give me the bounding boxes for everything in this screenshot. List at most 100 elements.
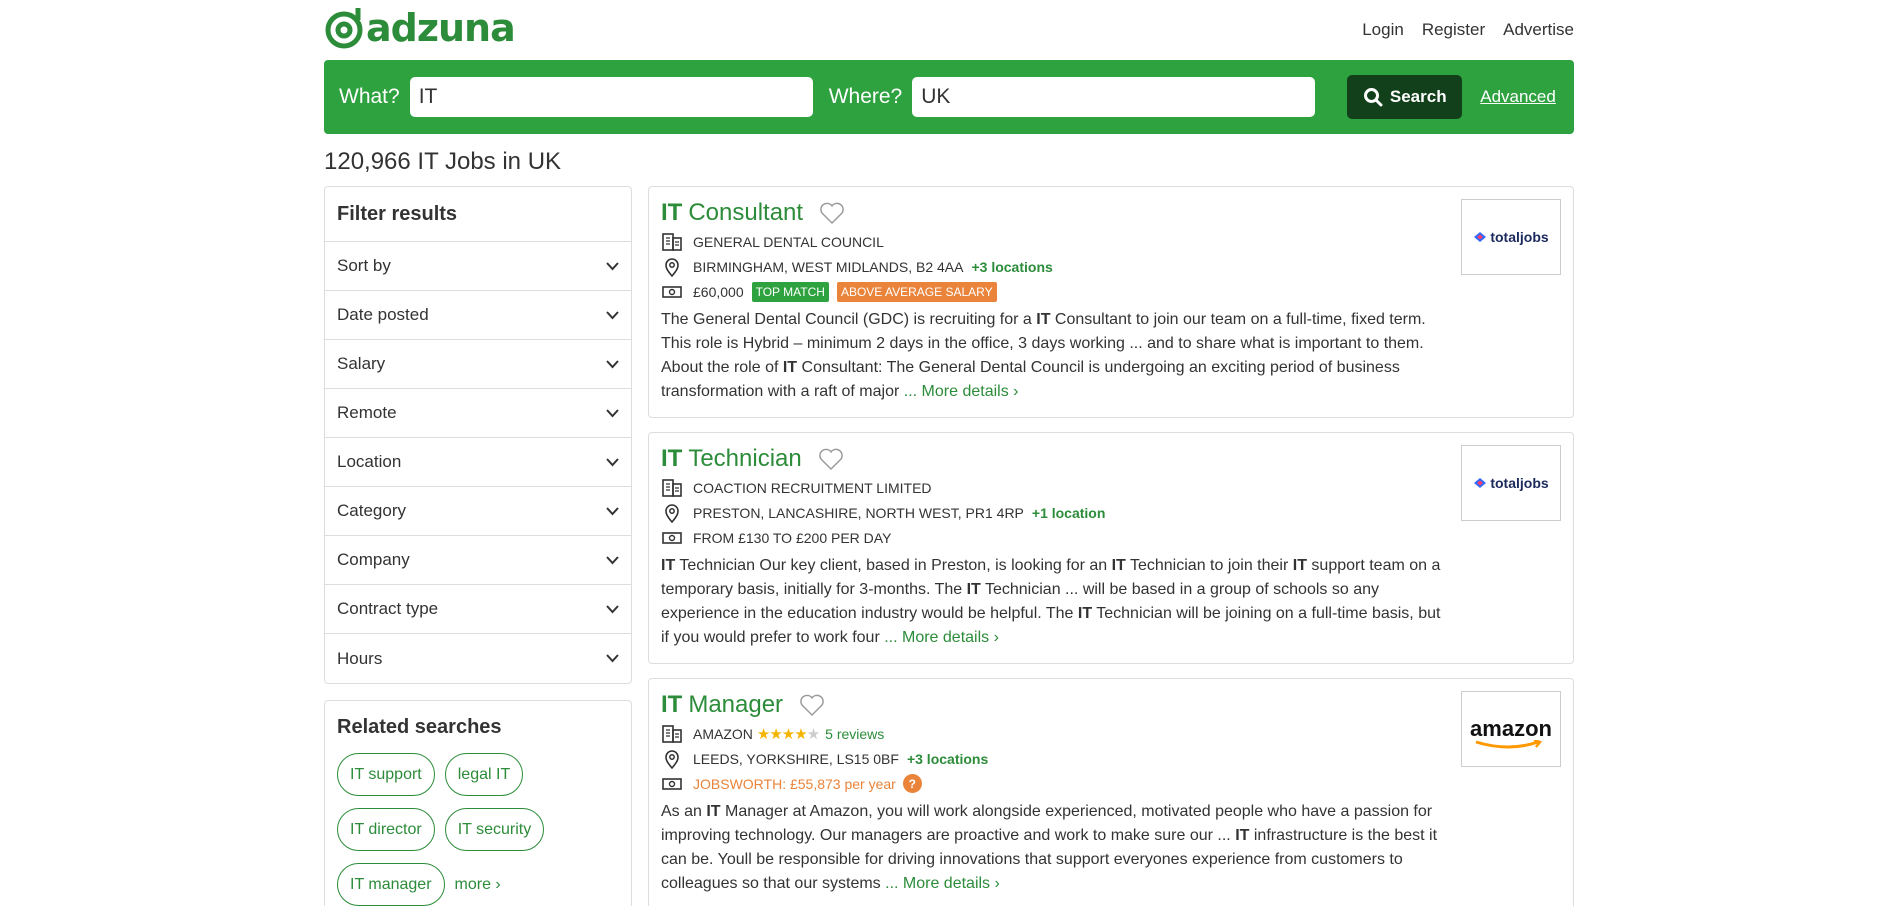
job-title-link[interactable]: IT Technician bbox=[661, 443, 1561, 475]
salary-icon bbox=[662, 531, 682, 544]
related-chip[interactable]: IT manager bbox=[337, 863, 445, 906]
job-description: The General Dental Council (GDC) is recr… bbox=[661, 308, 1451, 404]
job-title-keyword: IT bbox=[661, 445, 683, 472]
salary-icon bbox=[662, 777, 682, 790]
chevron-down-icon bbox=[606, 604, 619, 613]
filter-contract-type[interactable]: Contract type bbox=[325, 585, 631, 634]
job-location: PRESTON, LANCASHIRE, NORTH WEST, PR1 4RP bbox=[693, 504, 1024, 521]
job-title-link[interactable]: IT Consultant bbox=[661, 197, 1561, 229]
filter-location[interactable]: Location bbox=[325, 438, 631, 487]
salary-text: FROM £130 TO £200 PER DAY bbox=[693, 529, 892, 546]
company-name: COACTION RECRUITMENT LIMITED bbox=[693, 479, 932, 496]
salary-icon bbox=[662, 285, 682, 298]
chevron-down-icon bbox=[606, 359, 619, 368]
keyword-highlight: IT bbox=[661, 557, 676, 574]
related-title: Related searches bbox=[337, 716, 502, 738]
save-heart-icon[interactable] bbox=[818, 447, 844, 471]
results-count-title: 120,966 IT Jobs in UK bbox=[324, 148, 562, 175]
filter-sort-by[interactable]: Sort by bbox=[325, 242, 631, 291]
related-chip[interactable]: IT security bbox=[444, 808, 545, 851]
company-icon bbox=[662, 232, 682, 251]
filter-panel: Filter results Sort by Date posted Salary R… bbox=[324, 186, 632, 684]
search-icon bbox=[1363, 88, 1383, 107]
adzuna-logo-icon bbox=[325, 8, 363, 49]
topbar: adzuna Login Register Advertise bbox=[324, 0, 1574, 60]
filter-company[interactable]: Company bbox=[325, 536, 631, 585]
job-title-keyword: IT bbox=[661, 691, 683, 718]
job-location: LEEDS, YORKSHIRE, LS15 0BF bbox=[693, 750, 899, 767]
totaljobs-mark-icon bbox=[1474, 478, 1487, 488]
filter-label: Remote bbox=[337, 403, 397, 422]
filter-label: Date posted bbox=[337, 305, 429, 324]
more-details-link[interactable]: ... More details › bbox=[885, 875, 1000, 892]
filter-label: Hours bbox=[337, 648, 383, 668]
top-match-badge: TOP MATCH bbox=[751, 281, 829, 302]
company-logo[interactable]: totaljobs bbox=[1461, 445, 1561, 521]
related-chip[interactable]: legal IT bbox=[444, 753, 524, 796]
above-average-salary-badge: ABOVE AVERAGE SALARY bbox=[836, 281, 997, 302]
totaljobs-logo: totaljobs bbox=[1473, 475, 1549, 491]
totaljobs-logo-text: totaljobs bbox=[1490, 475, 1549, 491]
company-row: GENERAL DENTAL COUNCIL bbox=[661, 229, 1561, 254]
job-description: IT Technician Our key client, based in P… bbox=[661, 554, 1451, 650]
filter-label: Sort by bbox=[337, 256, 391, 275]
description-text: The General Dental Council (GDC) is recr… bbox=[661, 311, 1037, 328]
more-locations-link[interactable]: +3 locations bbox=[971, 259, 1052, 275]
company-logo[interactable]: totaljobs bbox=[1461, 199, 1561, 275]
more-details-link[interactable]: ... More details › bbox=[884, 629, 999, 646]
location-pin-icon bbox=[665, 749, 679, 769]
where-input[interactable] bbox=[912, 77, 1316, 117]
advanced-search-link[interactable]: Advanced bbox=[1480, 87, 1556, 107]
filter-label: Contract type bbox=[337, 599, 439, 618]
keyword-highlight: IT bbox=[1292, 557, 1307, 574]
search-bar: What? Where? Search Advanced bbox=[324, 60, 1574, 134]
login-link[interactable]: Login bbox=[1362, 20, 1404, 40]
top-links: Login Register Advertise bbox=[1362, 20, 1574, 40]
description-text: Technician to join their bbox=[1125, 557, 1293, 574]
more-details-link[interactable]: ... More details › bbox=[904, 383, 1019, 400]
related-more-link[interactable]: more › bbox=[455, 863, 501, 906]
chevron-down-icon bbox=[606, 654, 619, 663]
chevron-down-icon bbox=[606, 310, 619, 319]
keyword-highlight: IT bbox=[706, 803, 721, 820]
related-chip[interactable]: IT support bbox=[337, 753, 435, 796]
filter-label: Company bbox=[337, 550, 410, 569]
location-pin-icon bbox=[665, 503, 679, 523]
help-icon[interactable]: ? bbox=[902, 774, 922, 793]
company-logo[interactable]: amazon bbox=[1461, 691, 1561, 767]
job-card: IT Technician COACTION RECRUITMENT LIMITED… bbox=[648, 432, 1574, 664]
job-title-keyword: IT bbox=[661, 199, 683, 226]
salary-text: JOBSWORTH: £55,873 per year bbox=[693, 775, 896, 792]
amazon-smile-icon bbox=[1475, 740, 1543, 749]
filter-salary[interactable]: Salary bbox=[325, 340, 631, 389]
related-searches: Related searches IT support legal IT IT di… bbox=[324, 700, 632, 906]
keyword-highlight: IT bbox=[966, 581, 981, 598]
what-input[interactable] bbox=[409, 77, 813, 117]
salary-row: FROM £130 TO £200 PER DAY bbox=[661, 525, 1561, 550]
advertise-link[interactable]: Advertise bbox=[1503, 20, 1574, 40]
filter-remote[interactable]: Remote bbox=[325, 389, 631, 438]
logo-text: adzuna bbox=[366, 6, 516, 50]
reviews-link[interactable]: 5 reviews bbox=[825, 726, 884, 742]
keyword-highlight: IT bbox=[1077, 605, 1093, 622]
related-chip[interactable]: IT director bbox=[337, 808, 435, 851]
company-row: AMAZON ★★★★★ 5 reviews bbox=[661, 721, 1561, 746]
more-locations-link[interactable]: +3 locations bbox=[907, 751, 988, 767]
what-label: What? bbox=[339, 85, 400, 108]
job-title-link[interactable]: IT Manager bbox=[661, 689, 1561, 721]
filter-date-posted[interactable]: Date posted bbox=[325, 291, 631, 340]
register-link[interactable]: Register bbox=[1422, 20, 1485, 40]
save-heart-icon[interactable] bbox=[819, 201, 845, 225]
filter-label: Location bbox=[337, 452, 402, 471]
adzuna-logo[interactable]: adzuna bbox=[324, 6, 516, 50]
salary-row: JOBSWORTH: £55,873 per year? bbox=[661, 771, 1561, 796]
filter-hours[interactable]: Hours bbox=[325, 634, 631, 683]
save-heart-icon[interactable] bbox=[799, 693, 825, 717]
totaljobs-logo: totaljobs bbox=[1473, 229, 1549, 245]
filter-category[interactable]: Category bbox=[325, 487, 631, 536]
company-icon bbox=[662, 724, 682, 743]
more-locations-link[interactable]: +1 location bbox=[1032, 505, 1106, 521]
keyword-highlight: IT bbox=[1235, 827, 1250, 844]
where-label: Where? bbox=[828, 85, 903, 108]
search-button[interactable]: Search bbox=[1347, 75, 1463, 119]
